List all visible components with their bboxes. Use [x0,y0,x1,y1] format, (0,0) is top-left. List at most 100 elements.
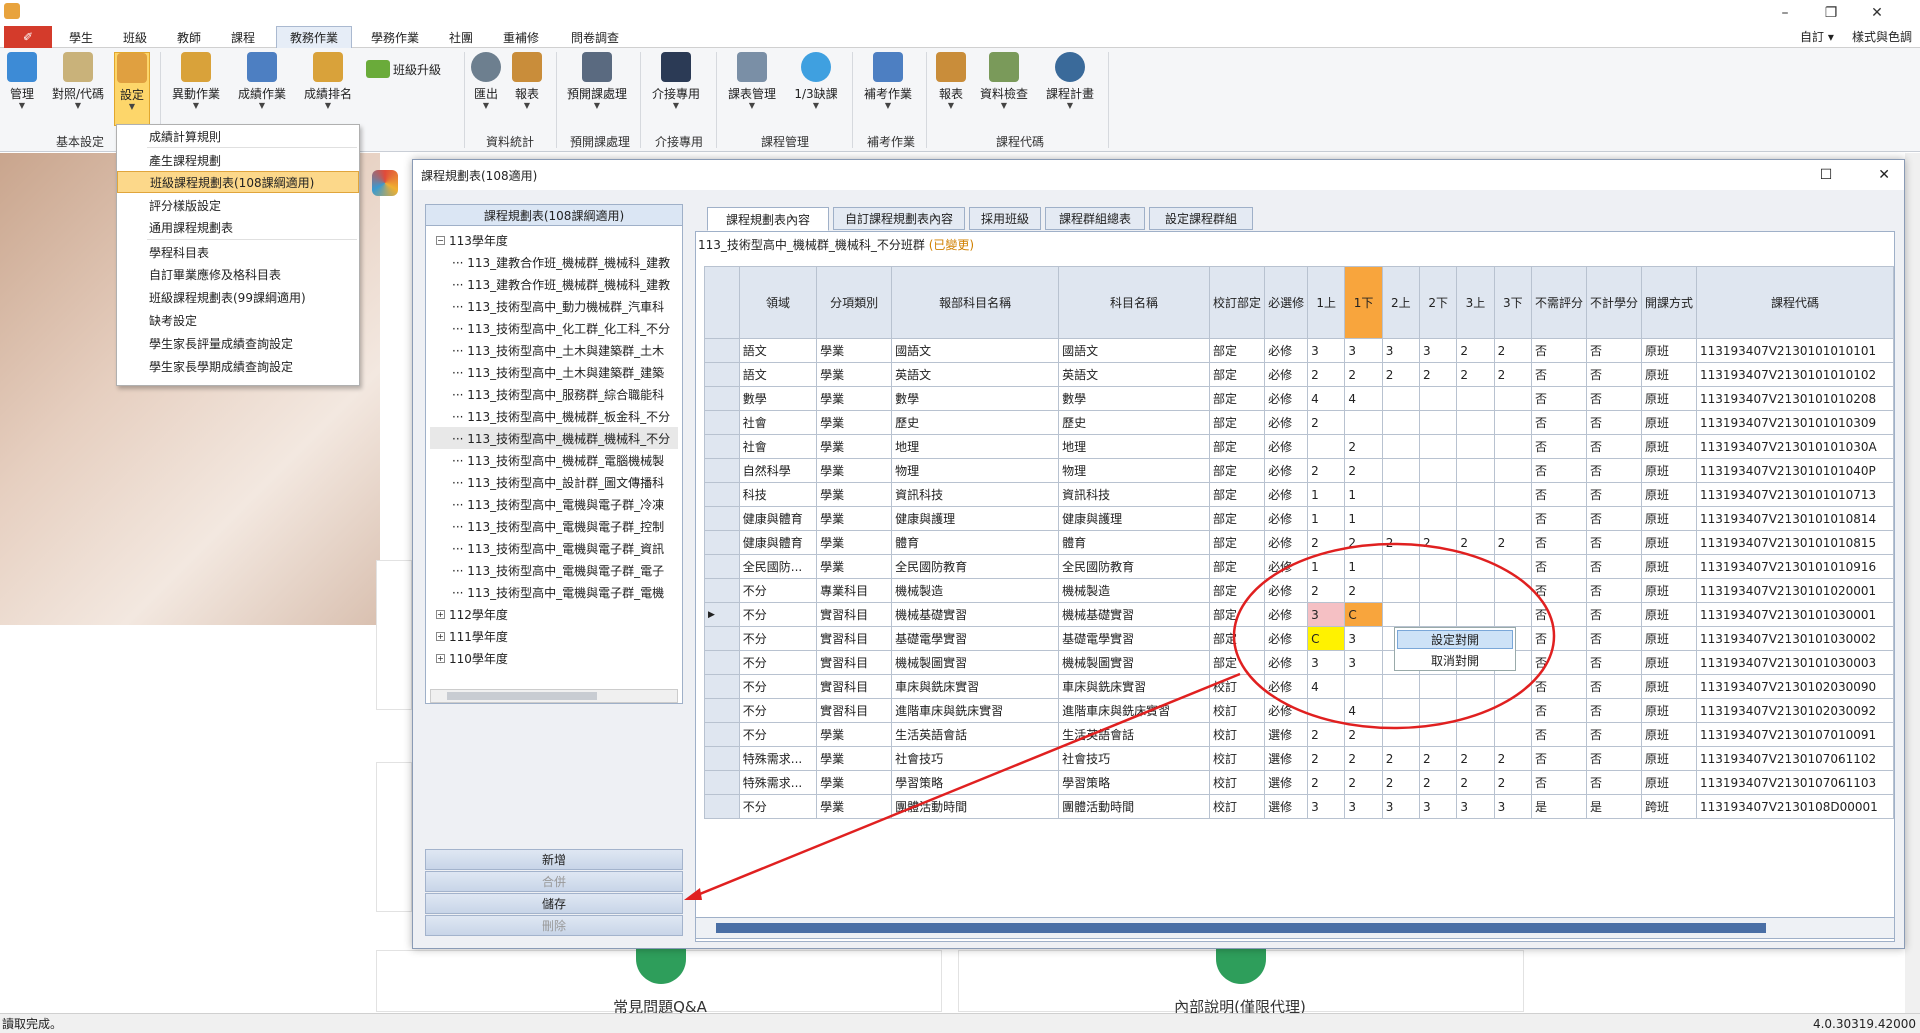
table-cell[interactable]: 學業 [816,722,893,747]
table-cell[interactable]: 車床與銑床實習 [1058,674,1211,699]
column-header[interactable]: 課程代碼 [1696,266,1894,339]
table-cell[interactable]: 必修 [1264,434,1309,459]
table-cell[interactable]: 否 [1530,410,1587,435]
mapping-code-button[interactable]: 對照/代碼 ▼ [46,52,110,110]
row-header[interactable] [704,698,740,723]
table-cell[interactable]: 學業 [816,386,893,411]
table-cell[interactable]: 2 [1344,722,1383,747]
row-header[interactable] [704,482,740,507]
table-cell[interactable]: 原班 [1640,410,1698,435]
table-cell[interactable]: 否 [1530,434,1587,459]
table-cell[interactable]: 原班 [1640,506,1698,531]
table-cell[interactable] [1419,482,1458,507]
table-cell[interactable]: 不分 [738,650,818,675]
table-cell[interactable]: 是 [1530,794,1587,819]
table-cell[interactable]: 校訂 [1209,770,1266,795]
table-cell[interactable] [1419,578,1458,603]
table-cell[interactable]: 部定 [1209,602,1266,627]
menu-item-program-subjects[interactable]: 學程科目表 [117,241,359,263]
table-cell[interactable]: 原班 [1640,458,1698,483]
table-cell[interactable] [1456,698,1495,723]
table-cell[interactable]: 原班 [1640,434,1698,459]
tree-hscrollbar[interactable] [430,689,678,703]
class-promotion-button[interactable]: 班級升級 [366,60,441,78]
table-cell[interactable]: 學業 [816,410,893,435]
table-cell[interactable] [1381,506,1421,531]
table-cell[interactable]: 否 [1585,362,1642,387]
style-theme-menu[interactable]: 樣式與色調 [1852,28,1912,45]
table-cell[interactable]: 必修 [1264,674,1309,699]
table-cell[interactable]: 學業 [816,458,893,483]
scroll-thumb[interactable] [716,923,1766,933]
row-header[interactable] [704,506,740,531]
table-cell[interactable]: 2 [1456,530,1495,555]
table-cell[interactable]: 113193407V2130102030090 [1696,674,1894,699]
scroll-thumb[interactable] [447,692,597,700]
table-row[interactable]: 數學 學業 數學 數學 部定 必修 4 4 否否原班 113193407V213010101020… [704,386,1894,411]
tab-student-affairs[interactable]: 學務作業 [360,26,430,48]
expand-toggle-icon[interactable]: + [436,653,445,663]
merge-button[interactable]: 合併 [425,871,683,892]
row-header[interactable] [704,530,740,555]
table-cell[interactable]: 不分 [738,602,818,627]
table-cell[interactable] [1456,410,1495,435]
table-cell[interactable]: 2 [1381,362,1421,387]
dialog-close-button[interactable]: ✕ [1878,167,1890,183]
table-cell[interactable]: 3 [1344,626,1383,651]
menu-item-custom-graduation[interactable]: 自訂畢業應修及格科目表 [117,263,359,285]
table-cell[interactable]: 原班 [1640,698,1698,723]
table-cell[interactable]: 113193407V2130108D00001 [1696,794,1894,819]
table-cell[interactable]: 實習科目 [816,698,893,723]
table-cell[interactable]: 學習策略 [891,770,1060,795]
table-cell[interactable]: 必修 [1264,626,1309,651]
table-cell[interactable]: 否 [1530,506,1587,531]
row-header[interactable] [704,650,740,675]
table-cell[interactable]: 必修 [1264,458,1309,483]
customize-menu[interactable]: 自訂 ▾ [1800,28,1834,45]
column-header[interactable]: 報部科目名稱 [891,266,1060,339]
table-cell[interactable]: 3 [1381,794,1421,819]
table-cell[interactable] [1456,434,1495,459]
table-cell[interactable]: 否 [1530,770,1587,795]
row-header[interactable] [704,794,740,819]
settings-button[interactable]: 設定 ▼ [114,52,150,126]
table-row[interactable]: 語文 學業 英語文 英語文 部定 必修 2 2 2 2 2 2 否否原班 113193407V213010… [704,362,1894,387]
table-cell[interactable]: 1 [1344,506,1383,531]
table-cell[interactable]: 2 [1307,458,1346,483]
table-cell[interactable]: 必修 [1264,554,1309,579]
table-cell[interactable]: 113193407V2130107061103 [1696,770,1894,795]
table-cell[interactable]: 否 [1585,674,1642,699]
table-row[interactable]: 不分 實習科目 基礎電學實習 基礎電學實習 部定 必修 C 3 否否原班 113193407V21… [704,626,1894,651]
table-cell[interactable]: 實習科目 [816,650,893,675]
table-cell[interactable]: 機械製造 [1058,578,1211,603]
table-cell[interactable]: 校訂 [1209,746,1266,771]
stats-report-button[interactable]: 報表 ▼ [510,52,544,110]
table-cell[interactable]: 2 [1456,362,1495,387]
table-cell[interactable]: 不分 [738,674,818,699]
table-cell[interactable]: 原班 [1640,362,1698,387]
table-cell[interactable]: 自然科學 [738,458,818,483]
table-row[interactable]: 不分 學業 生活英語會話 生活英語會話 校訂 選修 2 2 否否原班 113193407V2130… [704,722,1894,747]
column-header[interactable]: 2上 [1381,266,1421,339]
table-cell[interactable]: 全民國防... [738,554,818,579]
table-cell[interactable]: 特殊需求... [738,770,818,795]
table-cell[interactable] [1456,482,1495,507]
table-cell[interactable] [1381,722,1421,747]
table-cell[interactable]: 否 [1585,386,1642,411]
table-cell[interactable]: 原班 [1640,602,1698,627]
table-cell[interactable]: 車床與銑床實習 [891,674,1060,699]
table-cell[interactable]: 否 [1585,338,1642,363]
table-cell[interactable] [1381,674,1421,699]
table-row[interactable]: 科技 學業 資訊科技 資訊科技 部定 必修 1 1 否否原班 113193407V21301010… [704,482,1894,507]
page-scrollbar[interactable] [1905,153,1920,1013]
table-cell[interactable]: 否 [1585,650,1642,675]
table-cell[interactable]: 2 [1419,362,1458,387]
table-cell[interactable]: 選修 [1264,746,1309,771]
add-button[interactable]: 新增 [425,849,683,870]
table-cell[interactable] [1344,410,1383,435]
table-cell[interactable]: 113193407V2130101010208 [1696,386,1894,411]
column-header[interactable]: 校訂部定 [1209,266,1266,339]
table-row[interactable]: 語文 學業 國語文 國語文 部定 必修 3 3 3 3 2 2 否否原班 113193407V213010… [704,338,1894,363]
table-cell[interactable]: 3 [1344,794,1383,819]
row-header[interactable] [704,386,740,411]
